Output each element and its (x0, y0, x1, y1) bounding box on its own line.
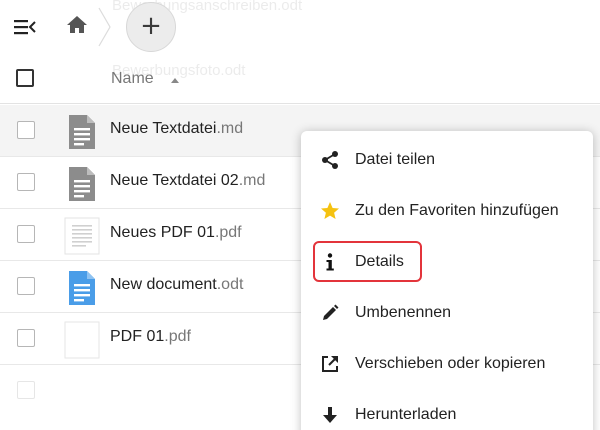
sort-ascending-icon[interactable] (171, 78, 179, 83)
menu-item-label: Datei teilen (355, 151, 436, 168)
menu-item-label: Details (355, 253, 404, 270)
menu-item-label: Umbenennen (355, 304, 452, 321)
blank-thumbnail-icon (64, 321, 100, 359)
menu-item-label: Herunterladen (355, 406, 457, 423)
menu-item-download[interactable]: Herunterladen (301, 390, 593, 430)
row-checkbox[interactable] (17, 225, 35, 243)
file-context-menu: Datei teilen Zu den Favoriten hinzufügen… (301, 131, 593, 430)
menu-item-label: Verschieben oder kopieren (355, 355, 546, 372)
row-checkbox[interactable] (17, 329, 35, 347)
file-name[interactable]: New document.odt (110, 276, 243, 294)
text-file-icon (64, 165, 100, 203)
top-bar: Bewerbungsanschreiben.odt + (0, 0, 600, 56)
row-checkbox[interactable] (17, 277, 35, 295)
name-column-header[interactable]: Name (111, 70, 154, 88)
menu-item-favorite[interactable]: Zu den Favoriten hinzufügen (301, 186, 593, 236)
info-icon (320, 252, 340, 272)
navigation-toggle-icon[interactable] (14, 17, 36, 37)
row-checkbox[interactable] (17, 173, 35, 191)
breadcrumb-separator-icon (96, 4, 114, 50)
text-file-icon (64, 113, 100, 151)
file-list-header: Bewerbungsfoto.odt Name (0, 56, 600, 104)
pdf-thumbnail-icon (64, 217, 100, 255)
download-icon (320, 405, 340, 425)
menu-item-share[interactable]: Datei teilen (301, 135, 593, 185)
file-name[interactable]: PDF 01.pdf (110, 328, 191, 346)
pencil-icon (320, 303, 340, 323)
row-checkbox[interactable] (17, 381, 35, 399)
select-all-checkbox[interactable] (16, 69, 34, 87)
menu-item-label: Zu den Favoriten hinzufügen (355, 202, 559, 219)
star-icon (320, 201, 340, 221)
document-icon (64, 269, 100, 307)
menu-item-move-copy[interactable]: Verschieben oder kopieren (301, 339, 593, 389)
file-name[interactable]: Neue Textdatei.md (110, 120, 243, 138)
menu-item-details[interactable]: Details (301, 237, 593, 287)
plus-icon: + (140, 11, 162, 41)
menu-item-rename[interactable]: Umbenennen (301, 288, 593, 338)
file-name[interactable]: Neues PDF 01.pdf (110, 224, 242, 242)
file-name[interactable]: Neue Textdatei 02.md (110, 172, 265, 190)
share-icon (320, 150, 340, 170)
add-new-button[interactable]: + (126, 2, 176, 52)
home-icon[interactable] (64, 12, 90, 38)
external-link-icon (320, 354, 340, 374)
row-checkbox[interactable] (17, 121, 35, 139)
